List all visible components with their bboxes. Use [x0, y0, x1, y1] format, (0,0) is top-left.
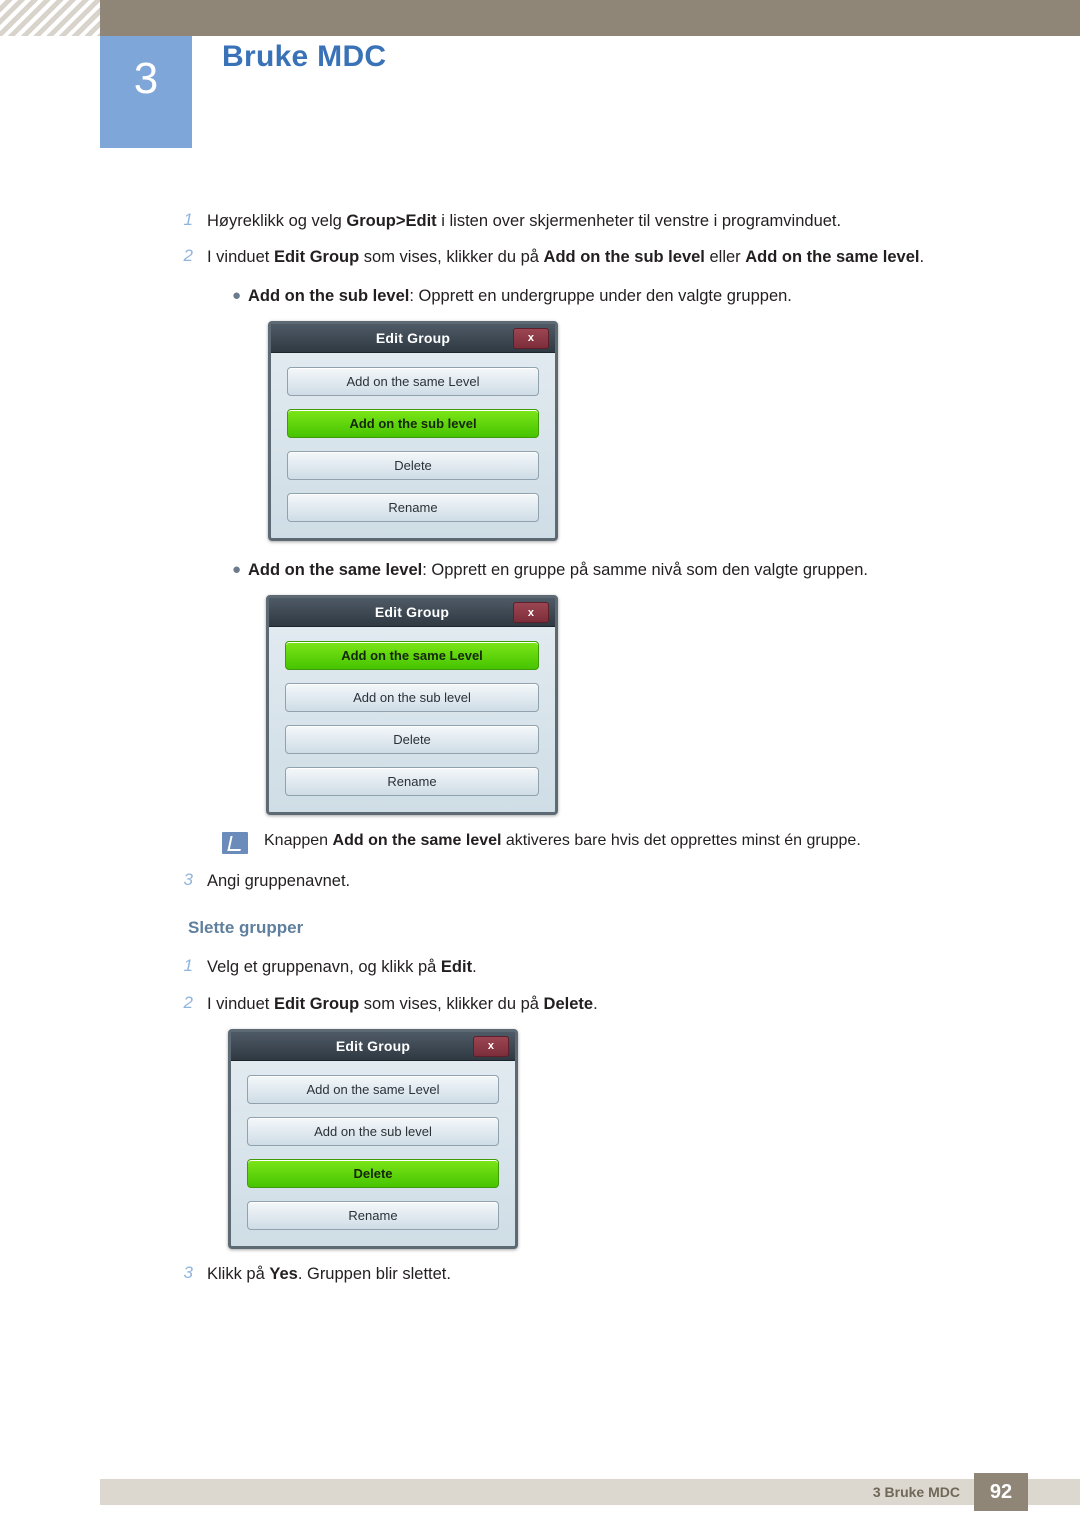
edit-group-dialog: Edit Group x Add on the same Level Add o… [228, 1028, 518, 1249]
header-tan-band [100, 0, 1080, 36]
dialog-title: Edit Group [375, 329, 451, 346]
step-text: Høyreklikk og velg Group>Edit i listen o… [207, 212, 842, 230]
step-text: Klikk på Yes. Gruppen blir slettet. [207, 1264, 451, 1283]
bullet-item: ● Add on the same level: Opprett en grup… [0, 559, 1080, 581]
footer-chapter-label: 3 Bruke MDC [872, 1484, 960, 1500]
chapter-number-badge: 3 [100, 36, 192, 148]
page-content: 1 Høyreklikk og velg Group>Edit i listen… [0, 210, 1080, 1299]
close-icon[interactable]: x [513, 602, 549, 624]
bullet-item: ● Add on the sub level: Opprett en under… [0, 285, 1080, 307]
add-on-sub-level-button[interactable]: Add on the sub level [247, 1116, 499, 1146]
page-header [0, 0, 1080, 36]
dialog-body: Add on the same Level Add on the sub lev… [269, 627, 555, 798]
chapter-number: 3 [133, 54, 159, 103]
dialog-titlebar: Edit Group x [231, 1031, 515, 1061]
delete-button[interactable]: Delete [247, 1158, 499, 1188]
dialog-title: Edit Group [374, 604, 450, 621]
note-pencil-icon [222, 832, 248, 855]
step-text: Velg et gruppenavn, og klikk på Edit. [207, 958, 477, 977]
page-title: Bruke MDC [222, 40, 387, 73]
rename-button[interactable]: Rename [287, 492, 539, 522]
note-text: Knappen Add on the same level aktiveres … [264, 832, 861, 850]
rename-button[interactable]: Rename [247, 1200, 499, 1230]
dialog-titlebar: Edit Group x [269, 598, 555, 628]
add-on-same-level-button[interactable]: Add on the same Level [287, 366, 539, 396]
step-number: 2 [183, 246, 193, 266]
edit-group-dialog: Edit Group x Add on the same Level Add o… [268, 320, 558, 541]
step-number: 3 [183, 870, 193, 890]
screenshot-dialog-3: Edit Group x Add on the same Level Add o… [0, 1028, 1080, 1249]
screenshot-dialog-1: Edit Group x Add on the same Level Add o… [0, 320, 1080, 541]
step-item: 3 Angi gruppenavnet. [0, 870, 1080, 892]
delete-button[interactable]: Delete [285, 725, 539, 755]
step-text: I vinduet Edit Group som vises, klikker … [207, 248, 925, 267]
step-text: Angi gruppenavnet. [207, 872, 351, 891]
rename-button[interactable]: Rename [285, 767, 539, 797]
dialog-titlebar: Edit Group x [271, 323, 555, 353]
step-item: 1 Høyreklikk og velg Group>Edit i listen… [0, 210, 1080, 232]
add-on-same-level-button[interactable]: Add on the same Level [285, 641, 539, 671]
step-number: 1 [183, 210, 193, 229]
step-item: 1 Velg et gruppenavn, og klikk på Edit. [0, 956, 1080, 978]
delete-button[interactable]: Delete [287, 450, 539, 480]
close-icon[interactable]: x [473, 1035, 509, 1057]
step-item: 2 I vinduet Edit Group som vises, klikke… [0, 993, 1080, 1015]
add-on-same-level-button[interactable]: Add on the same Level [247, 1074, 499, 1104]
section-heading: Slette grupper [188, 918, 304, 938]
page-number-badge: 92 [974, 1473, 1028, 1511]
add-on-sub-level-button[interactable]: Add on the sub level [287, 408, 539, 438]
dialog-body: Add on the same Level Add on the sub lev… [271, 353, 555, 524]
step-item: 2 I vinduet Edit Group som vises, klikke… [0, 246, 1080, 268]
note-block: Knappen Add on the same level aktiveres … [0, 831, 1080, 855]
close-icon[interactable]: x [513, 327, 549, 349]
dialog-title: Edit Group [335, 1037, 411, 1054]
edit-group-dialog: Edit Group x Add on the same Level Add o… [266, 595, 558, 816]
add-on-sub-level-button[interactable]: Add on the sub level [285, 683, 539, 713]
page-footer: 3 Bruke MDC 92 [0, 1465, 1080, 1527]
header-hatch-decoration [0, 0, 100, 36]
screenshot-dialog-2: Edit Group x Add on the same Level Add o… [0, 595, 1080, 816]
step-number: 3 [183, 1262, 193, 1282]
bullet-dot-icon: ● [232, 286, 242, 304]
bullet-text: Add on the same level: Opprett en gruppe… [248, 560, 868, 579]
bullet-text: Add on the sub level: Opprett en undergr… [248, 286, 792, 305]
step-item: 3 Klikk på Yes. Gruppen blir slettet. [0, 1263, 1080, 1285]
dialog-body: Add on the same Level Add on the sub lev… [231, 1061, 515, 1232]
step-number: 1 [183, 956, 193, 976]
step-text: I vinduet Edit Group som vises, klikker … [207, 994, 598, 1013]
step-number: 2 [183, 992, 193, 1012]
bullet-dot-icon: ● [232, 560, 242, 578]
